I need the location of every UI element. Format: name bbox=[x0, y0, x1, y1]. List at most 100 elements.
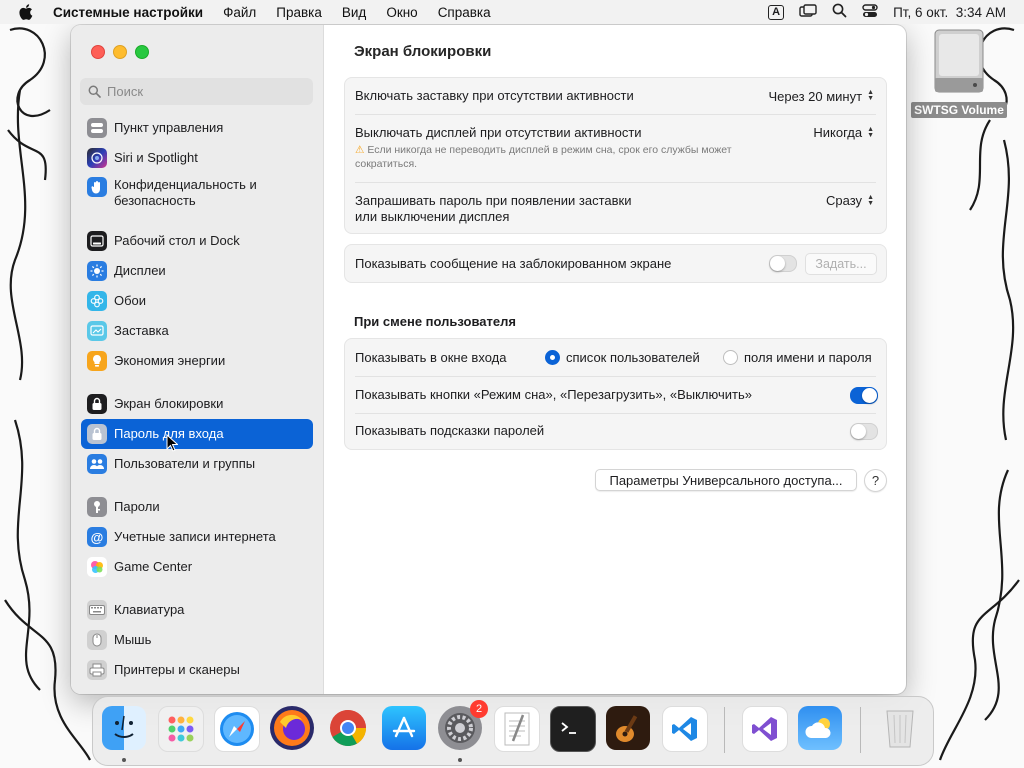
printer-icon bbox=[87, 660, 107, 680]
lock-message-toggle[interactable] bbox=[769, 255, 797, 272]
radio-name-password[interactable] bbox=[723, 350, 738, 365]
menu-view[interactable]: Вид bbox=[342, 5, 366, 20]
lock-message-row: Показывать сообщение на заблокированном … bbox=[345, 245, 886, 282]
menu-file[interactable]: Файл bbox=[223, 5, 256, 20]
screensaver-value: Через 20 минут bbox=[768, 88, 863, 104]
sidebar-item-desktop-dock[interactable]: Рабочий стол и Dock bbox=[81, 226, 313, 256]
help-button[interactable]: ? bbox=[864, 469, 887, 492]
chrome-icon[interactable] bbox=[326, 706, 370, 750]
running-indicator bbox=[458, 758, 462, 762]
zoom-button[interactable] bbox=[135, 45, 149, 59]
chevron-up-down-icon: ▲ ▼ bbox=[867, 193, 874, 207]
password-hints-label: Показывать подсказки паролей bbox=[355, 423, 545, 438]
display-off-popup[interactable]: Никогда ▲ ▼ bbox=[813, 125, 874, 140]
menu-help[interactable]: Справка bbox=[438, 5, 491, 20]
power-buttons-label: Показывать кнопки «Режим сна», «Перезагр… bbox=[355, 386, 752, 402]
set-message-button[interactable]: Задать... bbox=[805, 253, 877, 275]
sidebar-item-control-center[interactable]: Пункт управления bbox=[81, 113, 313, 143]
apple-menu-icon[interactable] bbox=[19, 4, 35, 20]
display-off-label: Выключать дисплей при отсутствии активно… bbox=[355, 125, 642, 140]
sidebar-item-lock-screen[interactable]: Экран блокировки bbox=[81, 389, 313, 419]
require-password-label: Запрашивать пароль при появлении заставк… bbox=[355, 193, 632, 225]
sidebar-item-keyboard[interactable]: Клавиатура bbox=[81, 595, 313, 625]
lock-message-group: Показывать сообщение на заблокированном … bbox=[344, 244, 887, 283]
login-option-list-label: список пользователей bbox=[566, 350, 700, 365]
sidebar-item-label: Обои bbox=[114, 293, 147, 308]
desktop-volume[interactable]: SWTSG Volume bbox=[909, 28, 1009, 118]
app-store-icon[interactable] bbox=[382, 706, 426, 750]
sidebar-item-passwords[interactable]: Пароли bbox=[81, 492, 313, 522]
password-hints-toggle[interactable] bbox=[850, 423, 878, 440]
launchpad-icon[interactable] bbox=[158, 706, 204, 752]
sidebar-item-screensaver[interactable]: Заставка bbox=[81, 316, 313, 346]
chevron-up-down-icon: ▲ ▼ bbox=[867, 125, 874, 139]
input-source-indicator[interactable]: A bbox=[768, 4, 785, 20]
screensaver-popup[interactable]: Через 20 минут ▲ ▼ bbox=[769, 89, 874, 104]
sidebar-item-wallpaper[interactable]: Обои bbox=[81, 286, 313, 316]
sun-icon bbox=[87, 261, 107, 281]
menu-app-name[interactable]: Системные настройки bbox=[53, 5, 203, 20]
sidebar-item-displays[interactable]: Дисплеи bbox=[81, 256, 313, 286]
sidebar-item-users-groups[interactable]: Пользователи и группы bbox=[81, 449, 313, 479]
terminal-icon[interactable] bbox=[550, 706, 596, 752]
sidebar-item-label: Конфиденциальность и безопасность bbox=[114, 177, 257, 208]
sidebar-item-internet-accounts[interactable]: @ Учетные записи интернета bbox=[81, 522, 313, 552]
sidebar-item-label: Дисплеи bbox=[114, 263, 166, 278]
screensaver-row: Включать заставку при отсутствии активно… bbox=[345, 78, 886, 114]
safari-icon[interactable] bbox=[214, 706, 260, 752]
power-buttons-toggle[interactable] bbox=[850, 387, 878, 404]
menu-window[interactable]: Окно bbox=[386, 5, 417, 20]
notification-badge: 2 bbox=[470, 700, 488, 718]
accessibility-options-button[interactable]: Параметры Универсального доступа... bbox=[595, 469, 857, 491]
running-indicator bbox=[122, 758, 126, 762]
garageband-icon[interactable] bbox=[606, 706, 650, 750]
hand-icon bbox=[87, 177, 107, 197]
menu-edit[interactable]: Правка bbox=[276, 5, 322, 20]
visual-studio-icon[interactable] bbox=[742, 706, 788, 752]
sidebar-item-game-center[interactable]: Game Center bbox=[81, 552, 313, 582]
keyboard-icon bbox=[87, 600, 107, 620]
search-field[interactable]: Поиск bbox=[80, 78, 313, 105]
login-window-row: Показывать в окне входа список пользоват… bbox=[345, 339, 886, 376]
lock-screen-icon bbox=[87, 394, 107, 414]
control-center-icon[interactable] bbox=[862, 3, 878, 21]
sidebar-item-energy[interactable]: Экономия энергии bbox=[81, 346, 313, 376]
sidebar-item-label: Принтеры и сканеры bbox=[114, 662, 240, 677]
radio-list-users[interactable] bbox=[545, 350, 560, 365]
sidebar-item-privacy[interactable]: Конфиденциальность и безопасность bbox=[81, 177, 313, 213]
screensaver-icon bbox=[87, 321, 107, 341]
require-password-label-line1: Запрашивать пароль при появлении заставк… bbox=[355, 193, 632, 208]
settings-content: Экран блокировки Включать заставку при о… bbox=[324, 25, 906, 694]
sidebar-item-label: Пользователи и группы bbox=[114, 456, 256, 471]
login-option-fields[interactable]: поля имени и пароля bbox=[723, 350, 872, 365]
sidebar-item-label: Мышь bbox=[114, 632, 152, 647]
screen-mirroring-icon[interactable] bbox=[799, 3, 817, 21]
sidebar-item-printers[interactable]: Принтеры и сканеры bbox=[81, 655, 313, 685]
menu-clock[interactable]: Пт, 6 окт. 3:34 AM bbox=[893, 5, 1006, 20]
search-placeholder: Поиск bbox=[107, 84, 144, 99]
textedit-icon[interactable] bbox=[494, 706, 540, 752]
sidebar-item-login-password[interactable]: Пароль для входа bbox=[81, 419, 313, 449]
sidebar-item-siri[interactable]: Siri и Spotlight bbox=[81, 143, 313, 173]
finder-icon[interactable] bbox=[102, 706, 146, 750]
close-button[interactable] bbox=[91, 45, 105, 59]
sidebar-item-label: Пароли bbox=[114, 499, 160, 514]
vscode-icon[interactable] bbox=[662, 706, 708, 752]
window-controls bbox=[91, 45, 149, 59]
sidebar-item-mouse[interactable]: Мышь bbox=[81, 625, 313, 655]
trash-icon[interactable] bbox=[878, 706, 922, 750]
dock-separator bbox=[724, 707, 725, 753]
volume-label: SWTSG Volume bbox=[911, 102, 1007, 118]
game-center-icon bbox=[87, 557, 107, 577]
sidebar-item-label: Заставка bbox=[114, 323, 169, 338]
search-icon bbox=[88, 85, 102, 99]
system-settings-icon[interactable]: 2 bbox=[438, 700, 488, 750]
firefox-icon[interactable] bbox=[270, 706, 314, 750]
require-password-popup[interactable]: Сразу ▲ ▼ bbox=[826, 193, 874, 208]
weather-icon[interactable] bbox=[798, 706, 842, 750]
login-option-list[interactable]: список пользователей bbox=[545, 350, 700, 365]
sidebar: Поиск Пункт управления Siri и Spotlight … bbox=[71, 25, 324, 694]
minimize-button[interactable] bbox=[113, 45, 127, 59]
spotlight-search-icon[interactable] bbox=[832, 3, 847, 21]
system-settings-window: Поиск Пункт управления Siri и Spotlight … bbox=[71, 25, 906, 694]
